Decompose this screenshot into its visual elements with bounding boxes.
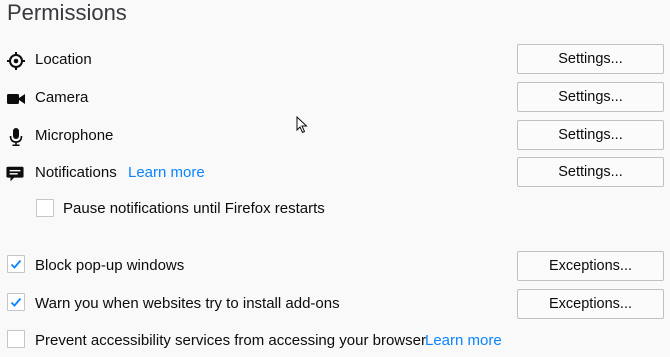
block-popups-exceptions-button[interactable]: Exceptions... (517, 251, 664, 281)
warn-addons-row: Warn you when websites try to install ad… (0, 288, 670, 320)
checkmark-icon (10, 259, 22, 269)
location-icon (7, 52, 25, 70)
notifications-learn-more-link[interactable]: Learn more (128, 164, 205, 182)
microphone-settings-button[interactable]: Settings... (517, 120, 664, 150)
permission-row-camera: Camera Settings... (0, 82, 670, 114)
location-settings-button[interactable]: Settings... (517, 44, 664, 74)
section-title: Permissions (7, 0, 127, 25)
accessibility-learn-more-link[interactable]: Learn more (425, 332, 502, 350)
pause-notifications-row: Pause notifications until Firefox restar… (0, 196, 670, 228)
block-popups-label[interactable]: Block pop-up windows (35, 257, 184, 275)
block-popups-checkbox[interactable] (7, 255, 25, 273)
prevent-accessibility-checkbox[interactable] (7, 330, 25, 348)
permission-row-notifications: Notifications Learn more Settings... (0, 157, 670, 189)
notifications-settings-button[interactable]: Settings... (517, 157, 664, 187)
prevent-accessibility-row: Prevent accessibility services from acce… (0, 325, 670, 357)
permission-label-camera: Camera (35, 89, 89, 106)
pause-notifications-checkbox[interactable] (36, 199, 54, 217)
microphone-icon (7, 128, 25, 146)
warn-addons-exceptions-button[interactable]: Exceptions... (517, 289, 664, 319)
warn-addons-label[interactable]: Warn you when websites try to install ad… (35, 295, 340, 313)
permission-label-location: Location (35, 51, 92, 68)
permission-label-notifications: Notifications (35, 164, 117, 181)
notifications-icon (6, 165, 24, 183)
camera-settings-button[interactable]: Settings... (517, 82, 664, 112)
block-popups-row: Block pop-up windows Exceptions... (0, 250, 670, 282)
pause-notifications-label[interactable]: Pause notifications until Firefox restar… (63, 200, 325, 218)
permission-row-microphone: Microphone Settings... (0, 120, 670, 152)
camera-icon (7, 90, 25, 108)
mouse-pointer-icon (296, 115, 308, 139)
warn-addons-checkbox[interactable] (7, 293, 25, 311)
permission-row-location: Location Settings... (0, 44, 670, 76)
permission-label-microphone: Microphone (35, 127, 114, 144)
checkmark-icon (10, 297, 22, 307)
prevent-accessibility-label[interactable]: Prevent accessibility services from acce… (35, 332, 426, 350)
